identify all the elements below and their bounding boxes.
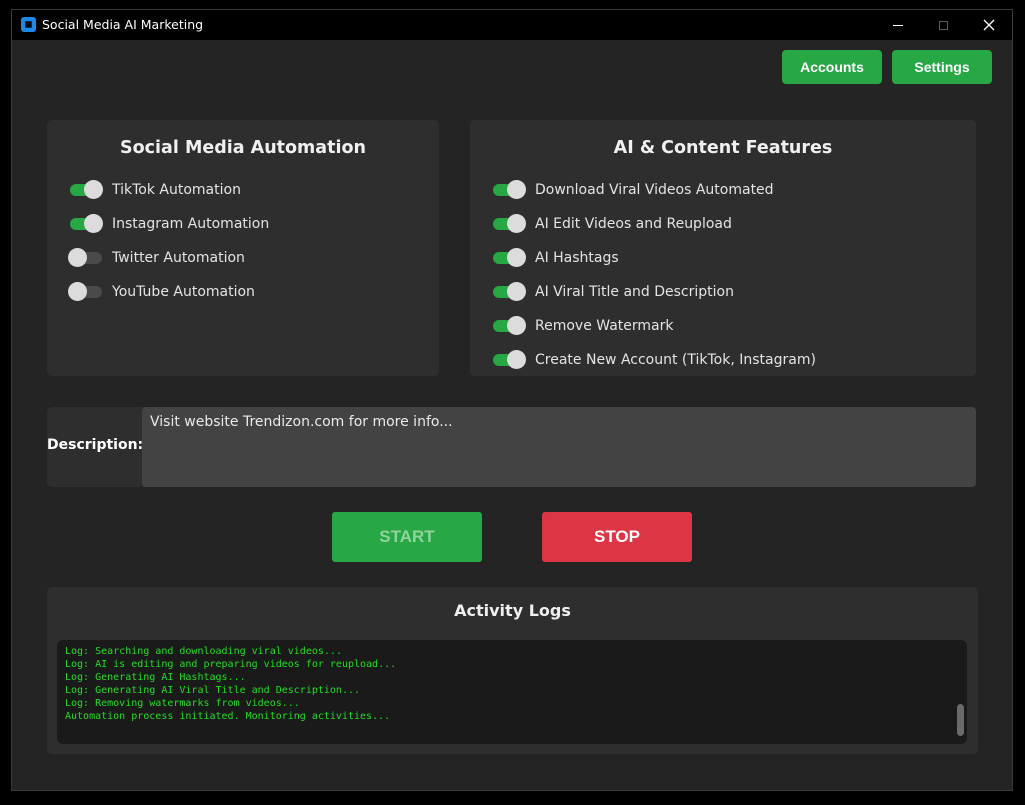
toggle-row-tiktok[interactable]: TikTok Automation: [70, 180, 241, 200]
stop-button[interactable]: STOP: [542, 512, 692, 562]
log-line: Automation process initiated. Monitoring…: [65, 711, 391, 722]
switch-knob: [507, 350, 526, 369]
toggle-label: Create New Account (TikTok, Instagram): [535, 352, 816, 368]
app-icon: [21, 17, 36, 32]
toggle-label: Twitter Automation: [112, 250, 245, 266]
minimize-icon: [893, 24, 903, 26]
toggle-label: AI Viral Title and Description: [535, 284, 734, 300]
toggle-label: Instagram Automation: [112, 216, 270, 232]
toggle-row-instagram[interactable]: Instagram Automation: [70, 214, 269, 234]
toggle-row-remove-watermark[interactable]: Remove Watermark: [493, 316, 673, 336]
activity-logs-panel: Activity Logs Log: Searching and downloa…: [47, 587, 978, 754]
toggle-row-ai-edit[interactable]: AI Edit Videos and Reupload: [493, 214, 732, 234]
social-automation-panel: Social Media Automation TikTok Automatio…: [47, 120, 439, 376]
minimize-button[interactable]: [875, 10, 921, 40]
log-line: Log: Generating AI Hashtags...: [65, 672, 246, 683]
toggle-row-twitter[interactable]: Twitter Automation: [68, 248, 245, 268]
create-account-switch[interactable]: [493, 350, 526, 369]
toggle-row-ai-hashtags[interactable]: AI Hashtags: [493, 248, 619, 268]
switch-knob: [507, 214, 526, 233]
log-line: Log: Generating AI Viral Title and Descr…: [65, 685, 361, 696]
settings-button[interactable]: Settings: [892, 50, 992, 84]
window-title: Social Media AI Marketing: [42, 17, 204, 32]
close-button[interactable]: [966, 10, 1012, 40]
description-panel: Description: Visit website Trendizon.com…: [47, 407, 976, 487]
logs-scrollbar[interactable]: [957, 704, 964, 736]
log-line: Log: Searching and downloading viral vid…: [65, 646, 342, 657]
switch-knob: [507, 316, 526, 335]
toggle-label: TikTok Automation: [112, 182, 241, 198]
toggle-row-ai-title[interactable]: AI Viral Title and Description: [493, 282, 734, 302]
app-window: Social Media AI Marketing Accounts Setti…: [11, 9, 1013, 791]
toggle-label: AI Hashtags: [535, 250, 619, 266]
twitter-switch[interactable]: [68, 248, 102, 267]
download-viral-switch[interactable]: [493, 180, 526, 199]
log-line: Log: Removing watermarks from videos...: [65, 698, 300, 709]
instagram-switch[interactable]: [70, 214, 103, 233]
switch-knob: [68, 282, 87, 301]
switch-knob: [507, 248, 526, 267]
toggle-row-download-viral[interactable]: Download Viral Videos Automated: [493, 180, 774, 200]
accounts-button[interactable]: Accounts: [782, 50, 882, 84]
toggle-row-create-account[interactable]: Create New Account (TikTok, Instagram): [493, 350, 816, 370]
toggle-label: YouTube Automation: [112, 284, 255, 300]
switch-knob: [84, 214, 103, 233]
tiktok-switch[interactable]: [70, 180, 103, 199]
ai-hashtags-switch[interactable]: [493, 248, 526, 267]
maximize-icon: [938, 20, 948, 30]
maximize-button[interactable]: [920, 10, 966, 40]
ai-panel-title: AI & Content Features: [613, 138, 833, 158]
switch-knob: [507, 282, 526, 301]
toggle-label: Remove Watermark: [535, 318, 674, 334]
close-icon: [983, 19, 995, 31]
ai-edit-switch[interactable]: [493, 214, 526, 233]
switch-knob: [84, 180, 103, 199]
toggle-label: Download Viral Videos Automated: [535, 182, 774, 198]
youtube-switch[interactable]: [68, 282, 102, 301]
description-input[interactable]: Visit website Trendizon.com for more inf…: [142, 407, 976, 487]
social-panel-title: Social Media Automation: [120, 138, 366, 158]
ai-title-switch[interactable]: [493, 282, 526, 301]
toggle-label: AI Edit Videos and Reupload: [535, 216, 732, 232]
title-bar[interactable]: Social Media AI Marketing: [12, 10, 1012, 40]
logs-title: Activity Logs: [454, 601, 571, 620]
log-line: Log: AI is editing and preparing videos …: [65, 659, 397, 670]
start-button[interactable]: START: [332, 512, 482, 562]
toggle-row-youtube[interactable]: YouTube Automation: [68, 282, 255, 302]
logs-textbox[interactable]: Log: Searching and downloading viral vid…: [57, 640, 967, 744]
description-label: Description:: [47, 437, 144, 453]
remove-watermark-switch[interactable]: [493, 316, 526, 335]
switch-knob: [507, 180, 526, 199]
switch-knob: [68, 248, 87, 267]
ai-features-panel: AI & Content Features Download Viral Vid…: [470, 120, 976, 376]
